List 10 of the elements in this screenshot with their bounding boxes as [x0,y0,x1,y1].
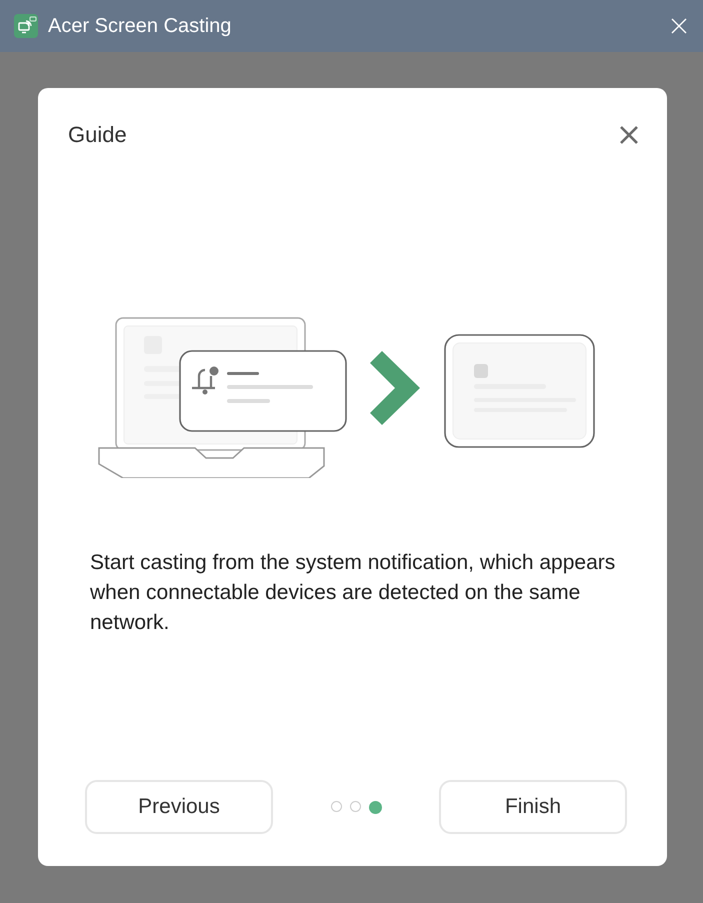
close-icon [671,18,687,34]
previous-button[interactable]: Previous [85,780,273,834]
finish-button[interactable]: Finish [439,780,627,834]
chevron-icon [370,351,420,425]
app-icon [14,14,38,38]
close-icon [619,125,639,145]
window-title: Acer Screen Casting [48,14,232,38]
close-button[interactable] [619,125,639,145]
description-text: Start casting from the system notification, which appears when connectable devices are detected on the same network. [90,550,616,636]
dialog-title: Guide [68,122,127,148]
